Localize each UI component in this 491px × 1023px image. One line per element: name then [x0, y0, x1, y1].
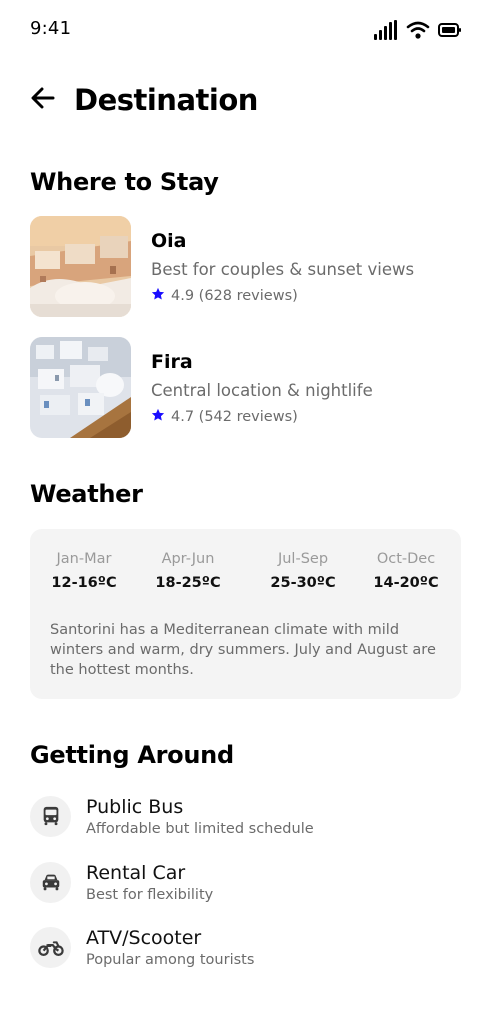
transport-text: Public Bus Affordable but limited schedu… [86, 796, 314, 837]
star-icon [151, 408, 171, 426]
fira-photo [30, 337, 131, 438]
page-title: Destination [74, 83, 258, 117]
star-icon [151, 287, 171, 305]
stay-description: Best for couples & sunset views [151, 260, 415, 279]
stay-name: Fira [151, 351, 193, 373]
transport-text: Rental Car Best for flexibility [86, 862, 213, 903]
transport-name: Rental Car [86, 861, 186, 884]
review-count: (542 reviews) [198, 409, 298, 425]
stay-item-oia[interactable]: Oia Best for couples & sunset views 4.9 … [30, 216, 460, 318]
season-label: Apr-Jun [161, 551, 215, 567]
season-temp: 18-25ºC [155, 575, 221, 591]
review-count: (628 reviews) [198, 288, 298, 304]
rating-value: 4.7 [171, 409, 195, 425]
transport-description: Popular among tourists [86, 951, 255, 968]
stay-info: Fira Central location & nightlife 4.7 (5… [151, 337, 373, 439]
season-apr-jun: Apr-Jun 18-25ºC [138, 551, 238, 591]
transport-item-atv[interactable]: ATV/Scooter Popular among tourists [30, 922, 460, 972]
motorcycle-icon [30, 926, 71, 968]
transport-item-car[interactable]: Rental Car Best for flexibility [30, 857, 460, 907]
oia-photo [30, 216, 131, 317]
season-jan-mar: Jan-Mar 12-16ºC [34, 551, 134, 591]
arrow-left-icon [31, 87, 55, 113]
transport-name: Public Bus [86, 795, 184, 818]
stay-item-fira[interactable]: Fira Central location & nightlife 4.7 (5… [30, 337, 460, 439]
season-label: Jan-Mar [56, 551, 112, 567]
weather-card: Jan-Mar 12-16ºC Apr-Jun 18-25ºC Jul-Sep … [30, 529, 461, 699]
season-temp: 14-20ºC [373, 575, 439, 591]
signal-icon [374, 20, 398, 44]
rating-value: 4.9 [171, 288, 195, 304]
transport-name: ATV/Scooter [86, 926, 202, 949]
status-bar: 9:41 [0, 0, 491, 60]
season-temp: 25-30ºC [270, 575, 336, 591]
header: Destination [30, 78, 258, 122]
transport-text: ATV/Scooter Popular among tourists [86, 927, 254, 968]
transport-description: Best for flexibility [86, 886, 214, 903]
getting-around-title: Getting Around [30, 741, 234, 769]
season-oct-dec: Oct-Dec 14-20ºC [356, 551, 456, 591]
status-time: 9:41 [30, 18, 72, 39]
weather-note: Santorini has a Mediterranean climate wi… [50, 622, 436, 678]
battery-icon [438, 22, 462, 42]
season-jul-sep: Jul-Sep 25-30ºC [253, 551, 353, 591]
stay-name: Oia [151, 230, 187, 252]
season-label: Oct-Dec [376, 551, 436, 567]
stay-description: Central location & nightlife [151, 381, 373, 400]
stay-info: Oia Best for couples & sunset views 4.9 … [151, 216, 414, 318]
stay-rating: 4.9 (628 reviews) [151, 287, 414, 305]
back-button[interactable] [30, 87, 56, 113]
car-icon [30, 861, 71, 903]
where-to-stay-title: Where to Stay [30, 168, 219, 196]
wifi-icon [406, 20, 430, 44]
season-label: Jul-Sep [277, 551, 329, 567]
weather-title: Weather [30, 480, 143, 508]
stay-rating: 4.7 (542 reviews) [151, 408, 373, 426]
status-icons [374, 20, 462, 44]
bus-icon [30, 795, 71, 837]
season-temp: 12-16ºC [51, 575, 117, 591]
transport-item-bus[interactable]: Public Bus Affordable but limited schedu… [30, 791, 460, 841]
transport-description: Affordable but limited schedule [86, 820, 314, 837]
